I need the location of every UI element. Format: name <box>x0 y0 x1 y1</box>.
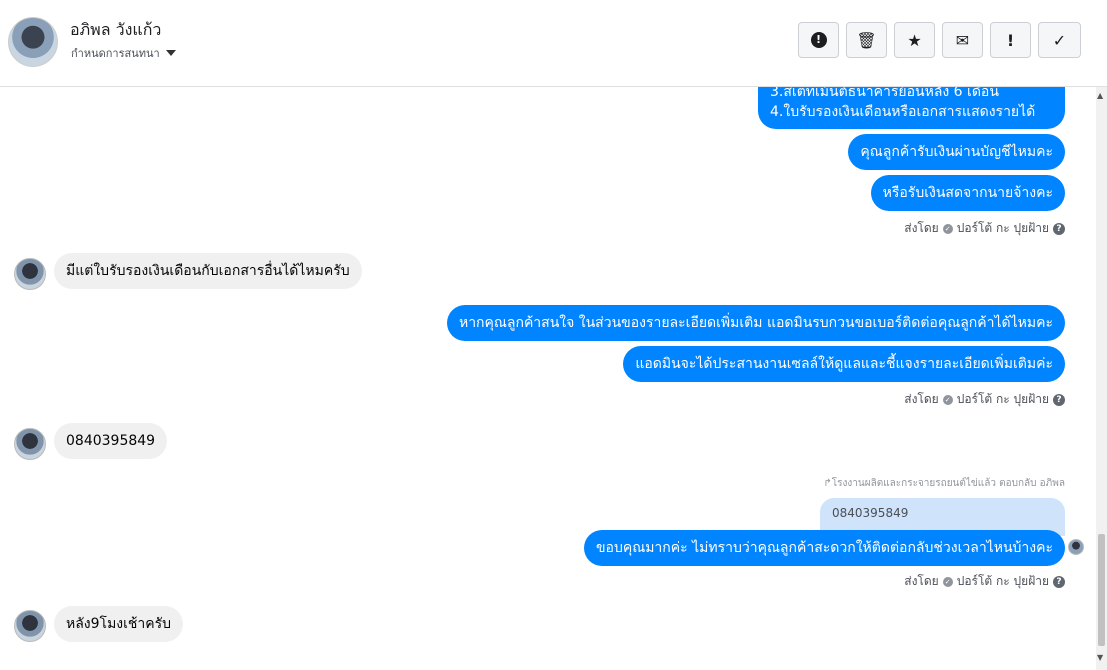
sender-name: ปอร์โต้ กะ ปุยฝ้าย <box>956 392 1049 406</box>
help-icon[interactable]: ? <box>1053 393 1065 406</box>
check-circle-icon: ✓ <box>942 576 953 587</box>
contact-avatar[interactable] <box>8 17 58 67</box>
incoming-message: หลัง9โมงเช้าครับ <box>54 606 184 642</box>
seen-avatar <box>1068 539 1084 555</box>
check-circle-icon: ✓ <box>942 223 953 234</box>
sender-name: ปอร์โต้ กะ ปุยฝ้าย <box>956 221 1049 235</box>
sent-by-label: ส่งโดย <box>904 392 939 406</box>
scroll-down-arrow-icon[interactable]: ▼ <box>1097 653 1103 662</box>
outgoing-message: คุณลูกค้ารับเงินผ่านบัญชีไหมคะ <box>848 134 1065 170</box>
check-icon: ✓ <box>1052 30 1067 50</box>
mark-unread-button[interactable]: ✉ <box>942 22 983 58</box>
sent-by-row: ส่งโดย ✓ ปอร์โต้ กะ ปุยฝ้าย ? <box>904 219 1065 238</box>
report-button[interactable]: ! <box>798 22 839 58</box>
star-icon: ★ <box>907 30 922 50</box>
outgoing-message: แอดมินจะได้ประสานงานเซลล์ให้ดูแลและชี้แจ… <box>623 346 1065 382</box>
outgoing-message-list: 3.สเตทเม้นต์ธนาคารย้อนหลัง 6 เดือน 4.ใบร… <box>758 87 1065 129</box>
conversation-toolbar: ! 🗑 ★ ✉ ! ✓ <box>798 22 1081 58</box>
outgoing-message: หรือรับเงินสดจากนายจ้างคะ <box>870 175 1065 211</box>
envelope-icon: ✉ <box>955 30 970 50</box>
outgoing-message: ขอบคุณมากค่ะ ไม่ทราบว่าคุณลูกค้าสะดวกให้… <box>583 530 1065 566</box>
incoming-message: 0840395849 <box>54 423 168 459</box>
help-icon[interactable]: ? <box>1053 222 1065 235</box>
exclamation-circle-icon: ! <box>810 32 827 48</box>
caret-down-icon <box>165 50 176 56</box>
assign-conversation-dropdown[interactable]: กำหนดการสนทนา <box>71 44 176 62</box>
sent-by-row: ส่งโดย ✓ ปอร์โต้ กะ ปุยฝ้าย ? <box>904 572 1065 591</box>
contact-name[interactable]: อภิพล วังแก้ว <box>70 18 161 43</box>
help-icon[interactable]: ? <box>1053 575 1065 588</box>
reply-note: ↱โรงงานผลิตและกระจายรถยนต์ไข่แล้ว ตอบกลั… <box>823 478 1065 489</box>
scroll-thumb[interactable] <box>1098 534 1105 646</box>
scroll-up-arrow-icon[interactable]: ▲ <box>1097 91 1103 100</box>
message-text: 4.ใบรับรองเงินเดือนหรือเอกสารแสดงรายได้ <box>770 104 1036 120</box>
sent-by-label: ส่งโดย <box>904 221 939 235</box>
sent-by-row: ส่งโดย ✓ ปอร์โต้ กะ ปุยฝ้าย ? <box>904 390 1065 409</box>
incoming-message: มีแต่ใบรับรองเงินเดือนกับเอกสารอื่นได้ไห… <box>54 253 362 289</box>
outgoing-message: หากคุณลูกค้าสนใจ ในส่วนของรายละเอียดเพิ่… <box>446 305 1065 341</box>
mark-done-button[interactable]: ✓ <box>1038 22 1081 58</box>
conversation-header: อภิพล วังแก้ว กำหนดการสนทนา ! 🗑 ★ ✉ ! ✓ <box>0 0 1107 87</box>
scrollbar[interactable]: ▲ ▼ <box>1096 87 1107 670</box>
star-button[interactable]: ★ <box>894 22 935 58</box>
sender-name: ปอร์โต้ กะ ปุยฝ้าย <box>956 574 1049 588</box>
trash-icon: 🗑 <box>856 30 877 50</box>
avatar <box>14 610 46 642</box>
assign-conversation-label: กำหนดการสนทนา <box>71 47 160 60</box>
sent-by-label: ส่งโดย <box>904 574 939 588</box>
avatar <box>14 428 46 460</box>
avatar <box>14 258 46 290</box>
delete-button[interactable]: 🗑 <box>846 22 887 58</box>
spam-button[interactable]: ! <box>990 22 1031 58</box>
message-thread: 3.สเตทเม้นต์ธนาคารย้อนหลัง 6 เดือน 4.ใบร… <box>0 87 1096 670</box>
check-circle-icon: ✓ <box>942 394 953 405</box>
exclamation-icon: ! <box>1006 30 1015 50</box>
